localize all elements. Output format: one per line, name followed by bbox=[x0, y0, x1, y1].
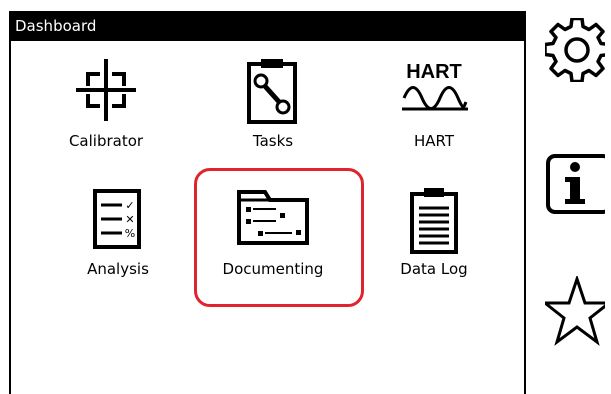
data-log-tile[interactable]: Data Log bbox=[374, 186, 494, 286]
clipboard-wrench-icon bbox=[247, 59, 297, 124]
hart-tile[interactable]: HART HART bbox=[374, 58, 494, 158]
analysis-label: Analysis bbox=[87, 260, 149, 278]
calibrator-label: Calibrator bbox=[68, 132, 144, 150]
svg-text:%: % bbox=[125, 227, 135, 240]
svg-text:✓: ✓ bbox=[125, 199, 134, 212]
clipboard-list-icon bbox=[410, 188, 458, 254]
analysis-tile[interactable]: ✓ ✕ % Analysis bbox=[58, 186, 178, 286]
star-icon[interactable] bbox=[545, 276, 605, 346]
info-icon[interactable] bbox=[545, 153, 605, 215]
tasks-label: Tasks bbox=[252, 132, 294, 150]
hart-icon-text: HART bbox=[406, 61, 462, 83]
hart-wave-icon: HART bbox=[402, 61, 468, 111]
calibrator-tile[interactable]: Calibrator bbox=[46, 58, 166, 158]
tasks-tile[interactable]: Tasks bbox=[213, 58, 333, 158]
svg-text:✕: ✕ bbox=[125, 213, 134, 226]
checklist-icon: ✓ ✕ % bbox=[93, 189, 141, 249]
crosshair-icon bbox=[76, 59, 136, 121]
gear-icon[interactable] bbox=[545, 18, 605, 82]
title-bar: Dashboard bbox=[11, 11, 524, 41]
selection-highlight bbox=[194, 168, 364, 307]
dashboard-screen: Dashboard Calibrator Tasks HART HART ✓ ✕… bbox=[9, 11, 526, 394]
data-log-label: Data Log bbox=[400, 260, 468, 278]
hart-label: HART bbox=[413, 132, 455, 150]
